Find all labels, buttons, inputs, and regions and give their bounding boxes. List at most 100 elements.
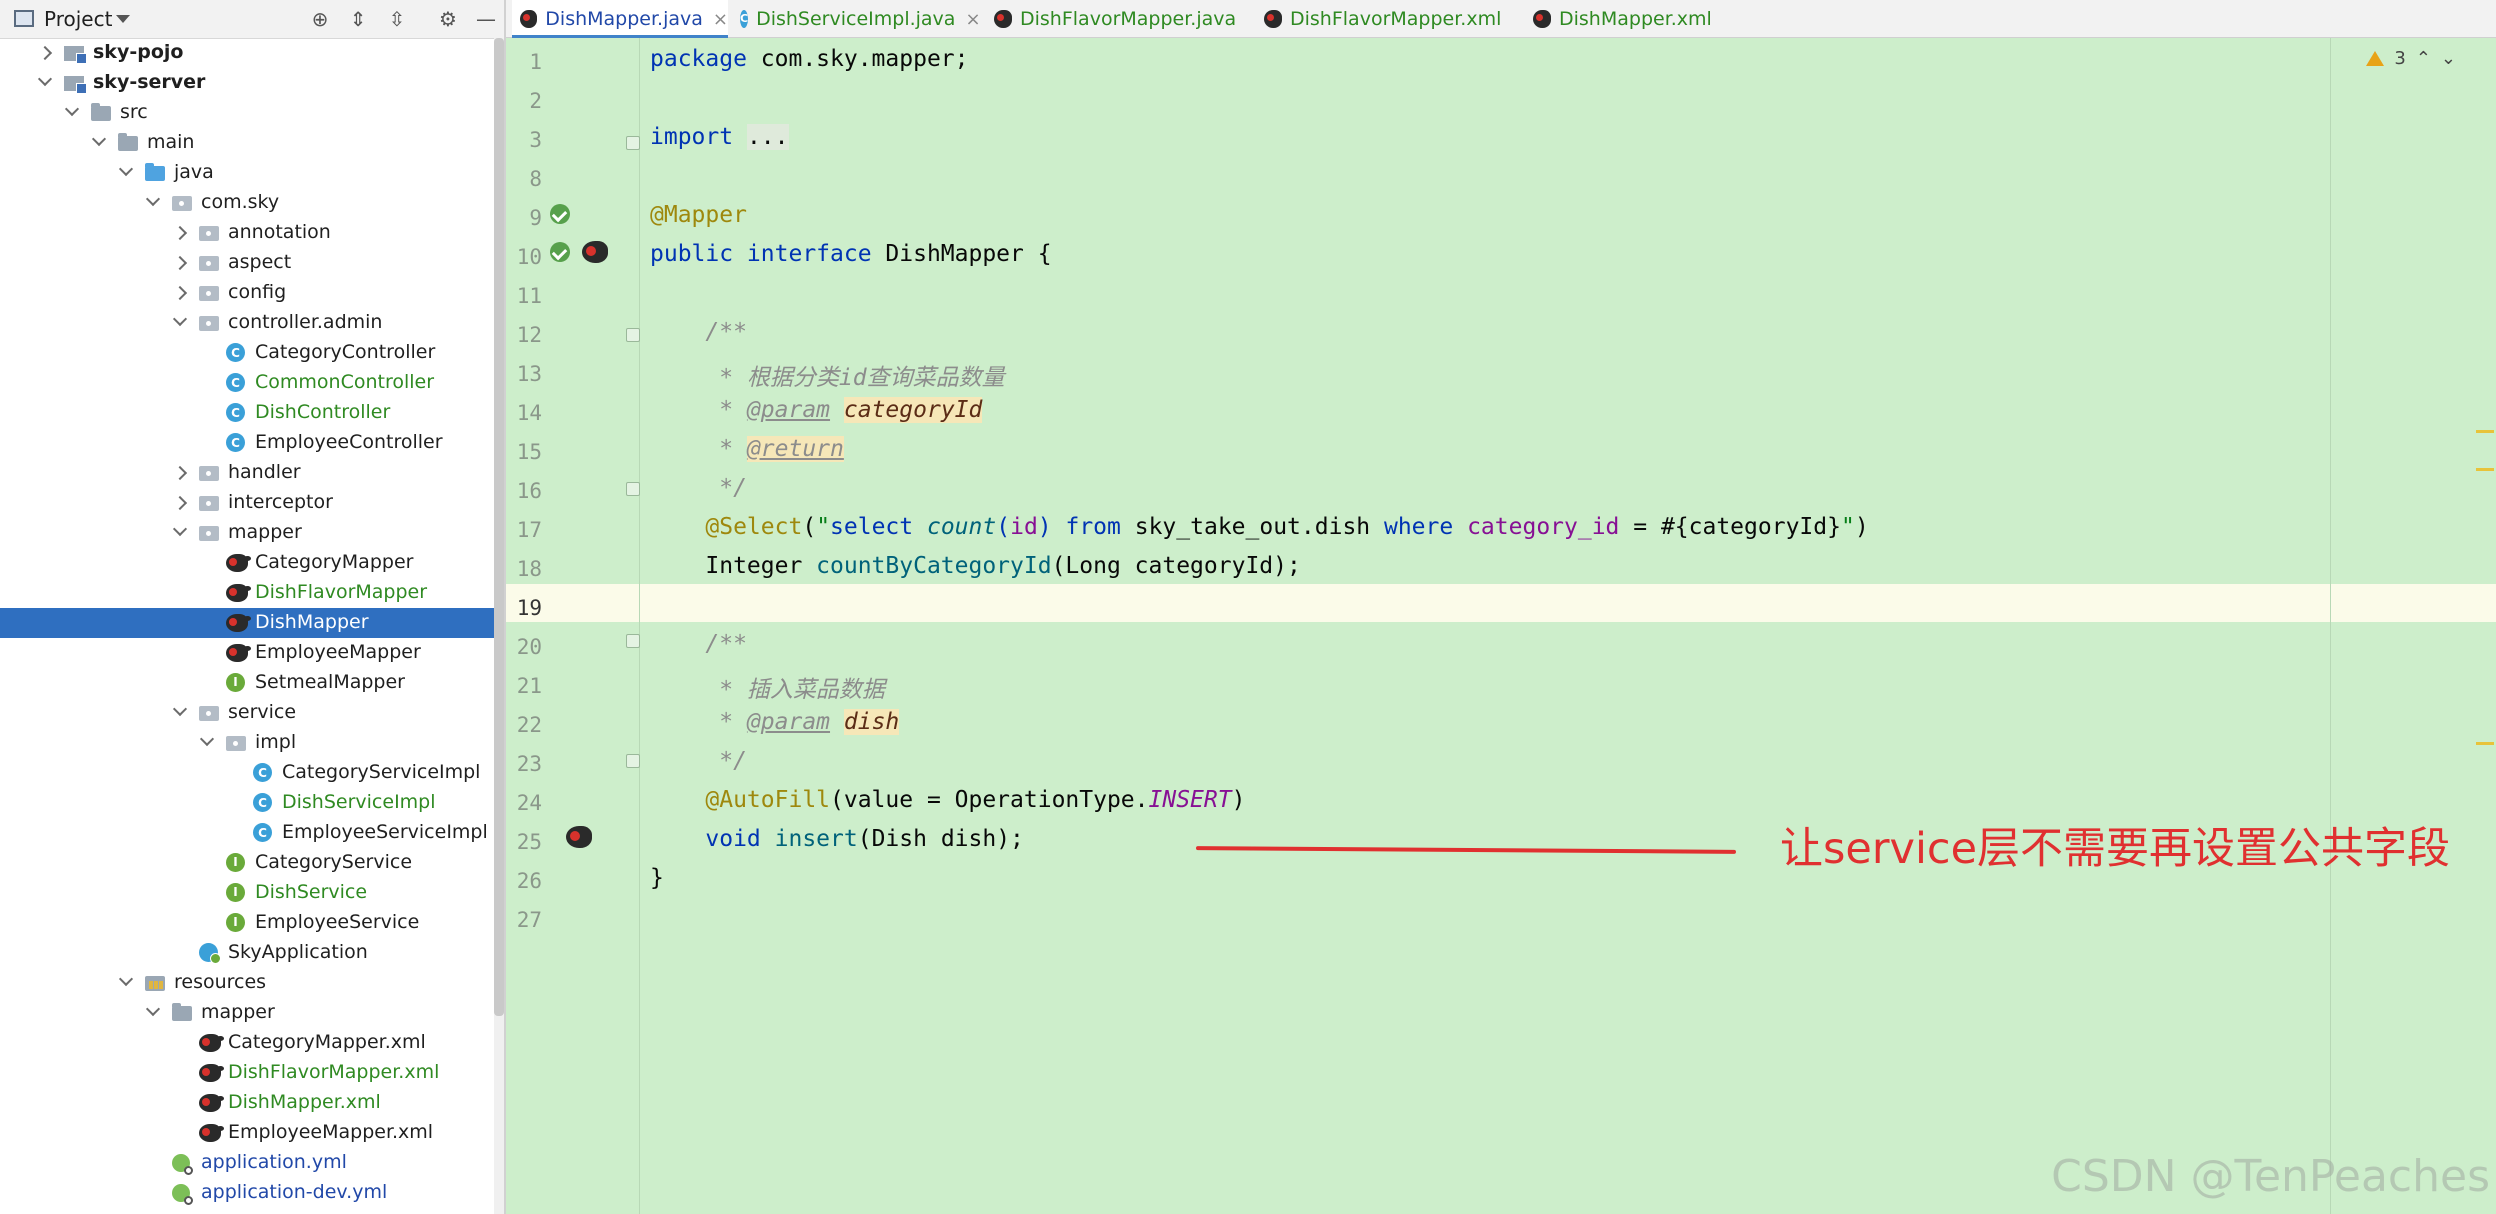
tree-item[interactable]: I SetmealMapper — [0, 668, 494, 698]
tree-item[interactable]: main — [0, 128, 494, 158]
tree-item-label: DishMapper.xml — [228, 1091, 381, 1113]
collapse-all-icon[interactable]: ⇳ — [383, 5, 411, 33]
chevron-right-icon[interactable] — [173, 278, 187, 308]
error-stripe-mark[interactable] — [2476, 742, 2494, 745]
tree-item[interactable]: sky-server — [0, 68, 494, 98]
fold-marker[interactable] — [626, 328, 640, 342]
chevron-down-icon[interactable] — [146, 998, 160, 1028]
tree-item[interactable]: EmployeeMapper.xml — [0, 1118, 494, 1148]
chevron-right-icon[interactable] — [173, 488, 187, 518]
editor-tab[interactable]: C DishServiceImpl.java × — [732, 0, 981, 38]
scrollbar-thumb[interactable] — [494, 38, 504, 1016]
tree-item[interactable]: SkyApplication — [0, 938, 494, 968]
chevron-down-icon[interactable] — [173, 518, 187, 548]
tree-item[interactable]: handler — [0, 458, 494, 488]
tree-item[interactable]: service — [0, 698, 494, 728]
line-number: 12 — [516, 323, 542, 347]
chevron-right-icon[interactable] — [173, 218, 187, 248]
editor-tab[interactable]: DishFlavorMapper.xml — [1256, 0, 1516, 38]
tree-item[interactable]: src — [0, 98, 494, 128]
chevron-down-icon[interactable] — [200, 728, 214, 758]
tree-item[interactable]: C CategoryServiceImpl — [0, 758, 494, 788]
implementations-gutter-icon[interactable] — [550, 242, 570, 262]
tree-item[interactable]: C DishController — [0, 398, 494, 428]
tree-item[interactable]: mapper — [0, 518, 494, 548]
line-number: 10 — [516, 245, 542, 269]
error-stripe-mark[interactable] — [2476, 468, 2494, 471]
tree-item[interactable]: annotation — [0, 218, 494, 248]
tree-item[interactable]: application-dev.yml — [0, 1178, 494, 1208]
class-icon: C — [740, 10, 749, 28]
chevron-down-icon[interactable] — [65, 98, 79, 128]
chevron-up-icon[interactable]: ⌃ — [2416, 48, 2431, 69]
tree-item-label: handler — [228, 461, 301, 483]
mybatis-icon — [199, 1124, 224, 1142]
close-icon[interactable]: × — [965, 9, 980, 30]
chevron-down-icon[interactable] — [119, 968, 133, 998]
project-title[interactable]: Project — [44, 7, 112, 31]
tree-item[interactable]: DishFlavorMapper — [0, 578, 494, 608]
tree-item[interactable]: resources — [0, 968, 494, 998]
line-number: 24 — [516, 791, 542, 815]
editor-tab[interactable]: DishMapper.xml — [1525, 0, 1735, 38]
tree-item[interactable]: application.yml — [0, 1148, 494, 1178]
tree-item[interactable]: C EmployeeServiceImpl — [0, 818, 494, 848]
run-gutter-icon[interactable] — [550, 204, 570, 224]
tree-item[interactable]: mapper — [0, 998, 494, 1028]
tree-item[interactable]: CategoryMapper — [0, 548, 494, 578]
chevron-down-icon[interactable] — [92, 128, 106, 158]
tree-item-label: SkyApplication — [228, 941, 368, 963]
tree-item[interactable]: DishMapper.xml — [0, 1088, 494, 1118]
tree-item[interactable]: DishFlavorMapper.xml — [0, 1058, 494, 1088]
crosshair-icon[interactable]: ⊕ — [306, 5, 334, 33]
chevron-right-icon[interactable] — [173, 248, 187, 278]
tree-item[interactable]: I DishService — [0, 878, 494, 908]
fold-marker[interactable] — [626, 482, 640, 496]
tree-item[interactable]: C CommonController — [0, 368, 494, 398]
tree-item[interactable]: java — [0, 158, 494, 188]
chevron-down-icon[interactable] — [146, 188, 160, 218]
chevron-right-icon[interactable] — [38, 38, 52, 68]
fold-marker[interactable] — [626, 634, 640, 648]
chevron-down-icon[interactable] — [116, 15, 130, 23]
tree-item[interactable]: C DishServiceImpl — [0, 788, 494, 818]
tree-item[interactable]: config — [0, 278, 494, 308]
tree-item[interactable]: I EmployeeService — [0, 908, 494, 938]
tree-item[interactable]: interceptor — [0, 488, 494, 518]
chevron-down-icon[interactable]: ⌄ — [2441, 48, 2456, 69]
mybatis-gutter-icon[interactable] — [566, 826, 592, 848]
chevron-down-icon[interactable] — [173, 308, 187, 338]
editor-tab[interactable]: DishMapper.java × — [512, 0, 728, 39]
gear-icon[interactable]: ⚙ — [434, 5, 462, 33]
code-editor[interactable]: 1 2 3 8 9 10 11 12 13 14 15 16 17 18 19 20 21 22 23 24 25 26 2… — [506, 38, 2496, 1214]
fold-marker[interactable] — [626, 136, 640, 150]
chevron-down-icon[interactable] — [38, 68, 52, 98]
mybatis-icon — [226, 614, 251, 632]
code-line-9: @Mapper — [650, 202, 747, 228]
inspection-widget[interactable]: 3 ⌃ ⌄ — [2366, 48, 2456, 69]
tree-item[interactable]: DishMapper — [0, 608, 494, 638]
tree-item[interactable]: C EmployeeController — [0, 428, 494, 458]
editor-tab[interactable]: DishFlavorMapper.java — [986, 0, 1246, 38]
tab-label: DishMapper.java — [545, 8, 703, 30]
tab-label: DishServiceImpl.java — [756, 8, 956, 30]
tree-item[interactable]: com.sky — [0, 188, 494, 218]
tree-item[interactable]: CategoryMapper.xml — [0, 1028, 494, 1058]
tree-item[interactable]: impl — [0, 728, 494, 758]
chevron-down-icon[interactable] — [119, 158, 133, 188]
tree-item[interactable]: EmployeeMapper — [0, 638, 494, 668]
tree-item[interactable]: aspect — [0, 248, 494, 278]
tree-item[interactable]: sky-pojo — [0, 38, 494, 68]
tree-item[interactable]: controller.admin — [0, 308, 494, 338]
minimize-icon[interactable]: — — [472, 5, 500, 33]
close-icon[interactable]: × — [713, 9, 728, 30]
chevron-down-icon[interactable] — [173, 698, 187, 728]
mybatis-gutter-icon[interactable] — [582, 241, 608, 263]
expand-all-icon[interactable]: ⇕ — [344, 5, 372, 33]
tree-item[interactable]: I CategoryService — [0, 848, 494, 878]
error-stripe-mark[interactable] — [2476, 430, 2494, 433]
fold-marker[interactable] — [626, 754, 640, 768]
chevron-right-icon[interactable] — [173, 458, 187, 488]
mybatis-icon — [226, 644, 251, 662]
tree-item[interactable]: C CategoryController — [0, 338, 494, 368]
